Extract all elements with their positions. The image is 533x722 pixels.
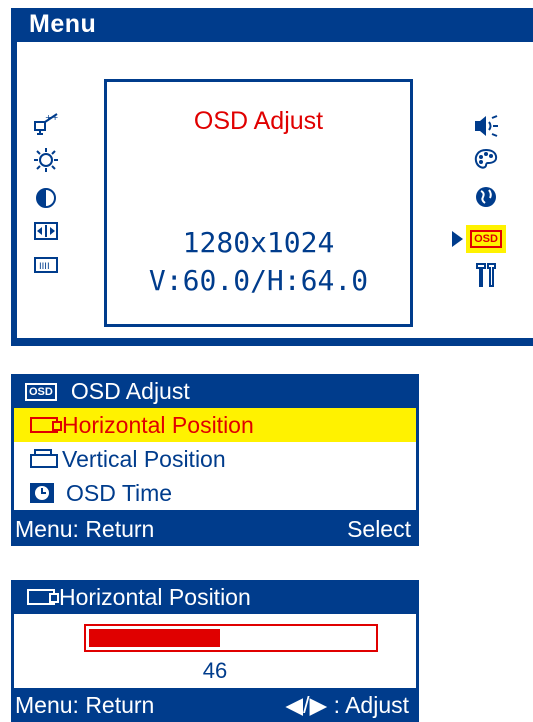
osd-time-icon: [30, 483, 54, 503]
frequency-text: V:60.0/H:64.0: [148, 264, 369, 297]
osd-adjust-submenu: OSD OSD Adjust Horizontal Position Verti…: [11, 374, 419, 546]
menu-title: Menu: [29, 10, 97, 38]
auto-adjust-icon[interactable]: +++: [33, 112, 65, 141]
preview-title: OSD Adjust: [193, 107, 324, 135]
menu-item-label: Horizontal Position: [62, 411, 254, 438]
osd-icon-label: OSD: [25, 382, 57, 401]
return-hint: Menu: Return: [15, 515, 155, 542]
horizontal-position-dialog: Horizontal Position 46 Menu: Return ◀/▶ …: [11, 580, 419, 722]
svg-text:IIII: IIII: [39, 262, 50, 272]
osd-icon-label: OSD: [470, 230, 502, 248]
menu-title-bar: Menu: [11, 8, 533, 42]
menu-item-label: Vertical Position: [62, 445, 226, 472]
selection-arrow-icon: [452, 231, 463, 247]
submenu-title: OSD Adjust: [70, 377, 190, 404]
dialog-header: Horizontal Position: [11, 580, 419, 614]
clock-phase-icon[interactable]: IIII: [33, 254, 59, 281]
menu-body: +++ IIII OSD Adjust 1280x1024 V:60.0/H:6…: [17, 42, 533, 338]
language-icon[interactable]: [473, 184, 499, 215]
audio-icon[interactable]: [473, 114, 499, 143]
submenu-header: OSD OSD Adjust: [11, 374, 419, 408]
horizontal-position-icon: [27, 589, 59, 605]
menu-item-horizontal-position[interactable]: Horizontal Position: [14, 408, 416, 442]
color-icon[interactable]: [473, 148, 499, 177]
slider-value: 46: [202, 658, 228, 683]
vertical-position-icon: [30, 449, 60, 468]
menu-item-osd-time[interactable]: OSD Time: [14, 476, 416, 510]
resolution-text: 1280x1024: [182, 226, 335, 259]
osd-main-menu: Menu +++ IIII OSD Adjust 1280x1024 V:60.…: [11, 8, 533, 346]
dialog-footer: Menu: Return ◀/▶ : Adjust: [11, 688, 419, 722]
tools-icon[interactable]: [473, 260, 499, 293]
horizontal-position-slider[interactable]: [84, 624, 378, 652]
adjust-arrows-icon: ◀/▶: [285, 691, 328, 718]
menu-item-vertical-position[interactable]: Vertical Position: [14, 442, 416, 476]
osd-icon: OSD: [25, 382, 57, 401]
select-hint: Select: [347, 515, 411, 542]
dialog-title: Horizontal Position: [59, 583, 251, 610]
position-icon[interactable]: [33, 220, 59, 247]
menu-item-label: OSD Time: [66, 479, 173, 506]
adjust-hint-label: : Adjust: [333, 691, 409, 718]
submenu-footer: Menu: Return Select: [11, 512, 419, 546]
return-hint: Menu: Return: [15, 691, 155, 718]
contrast-icon[interactable]: [33, 186, 59, 215]
svg-text:+++: +++: [45, 113, 59, 122]
osd-icon[interactable]: OSD: [466, 225, 506, 253]
brightness-icon[interactable]: [33, 147, 59, 178]
adjust-hint: ◀/▶ : Adjust: [285, 692, 409, 719]
osd-preview-box: OSD Adjust 1280x1024 V:60.0/H:64.0: [104, 79, 413, 327]
horizontal-position-icon: [30, 417, 62, 433]
slider-fill: [89, 629, 220, 647]
dialog-body: 46: [14, 614, 416, 688]
